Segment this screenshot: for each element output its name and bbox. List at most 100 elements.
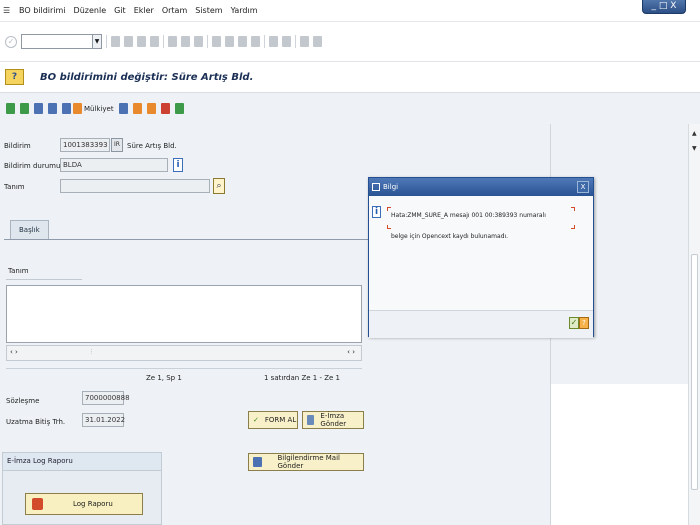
first-page-icon[interactable] <box>212 36 221 47</box>
send-icon <box>307 415 315 425</box>
new-session-icon[interactable] <box>269 36 278 47</box>
toolbar-separator <box>163 35 164 48</box>
previous-page-icon[interactable] <box>225 36 234 47</box>
redo-icon[interactable] <box>48 103 57 114</box>
save-icon[interactable] <box>111 36 120 47</box>
dialog-title: Bilgi <box>383 183 399 191</box>
tree-icon[interactable] <box>174 103 184 114</box>
exit-icon[interactable] <box>137 36 146 47</box>
long-text-icon[interactable]: ⌕ <box>213 178 225 194</box>
tanim-label: Tanım <box>4 183 25 191</box>
menu-sistem[interactable]: Sistem <box>195 6 222 15</box>
line-info: 1 satırdan Ze 1 - Ze 1 <box>264 374 340 382</box>
find-icon[interactable] <box>181 36 190 47</box>
tab-baslik[interactable]: Başlık <box>10 220 49 240</box>
group-icon <box>62 103 71 114</box>
dialog-message-line2: belge için Opencext kaydı bulunamadı. <box>391 233 509 240</box>
ownership-button[interactable]: Mülkiyet <box>62 103 114 114</box>
menu-yardim[interactable]: Yardım <box>231 6 258 15</box>
notification-type-icon[interactable]: IR <box>111 138 123 152</box>
sozlesme-field[interactable]: 7000000888 <box>82 391 130 405</box>
help-button[interactable]: ? <box>579 317 589 329</box>
dialog-title-bar: Bilgi X <box>369 178 593 196</box>
menu-ekler[interactable]: Ekler <box>134 6 154 15</box>
note-icon[interactable] <box>146 103 156 114</box>
attach-icon[interactable] <box>132 103 142 114</box>
application-toolbar: Mülkiyet <box>0 93 690 124</box>
cancel-icon[interactable] <box>150 36 159 47</box>
tab-divider <box>4 239 368 240</box>
back-icon[interactable] <box>124 36 133 47</box>
tab-baslik-label: Başlık <box>19 226 40 234</box>
log-report-label: Log Raporu <box>73 500 113 508</box>
filter-icon[interactable] <box>160 103 170 114</box>
copy-icon[interactable] <box>118 103 128 114</box>
confirm-button[interactable]: ✓ <box>569 317 579 329</box>
log-panel-header: E-İmza Log Raporu <box>3 453 161 471</box>
bildirim-field[interactable]: 1001383393 <box>60 138 110 152</box>
next-page-icon[interactable] <box>238 36 247 47</box>
highlight-bracket <box>571 225 575 229</box>
dialog-body: i Hata:ZMM_SURE_A mesajı 001 00:389393 n… <box>369 196 593 338</box>
log-report-panel: E-İmza Log Raporu Log Raporu <box>2 452 162 525</box>
toolbar-separator <box>207 35 208 48</box>
shortcut-icon[interactable] <box>282 36 291 47</box>
info-dialog: Bilgi X i Hata:ZMM_SURE_A mesajı 001 00:… <box>368 177 594 338</box>
log-report-button[interactable]: Log Raporu <box>25 493 143 515</box>
horizontal-scrollbar[interactable]: ‹ › ⋮ ‹ › <box>6 345 362 361</box>
window-icon <box>372 183 380 191</box>
bilgilendirme-mail-button[interactable]: Bilgilendirme Mail Gönder <box>248 453 364 471</box>
display-icon[interactable] <box>6 103 15 114</box>
menu-bo-bildirimi[interactable]: BO bildirimi <box>19 6 66 15</box>
scroll-right-icon[interactable]: ‹ › <box>347 348 355 356</box>
scroll-down-icon[interactable]: ▼ <box>692 145 697 152</box>
editor-status: Ze 1, Sp 1 1 satırdan Ze 1 - Ze 1 <box>6 368 362 388</box>
last-page-icon[interactable] <box>251 36 260 47</box>
cursor-position: Ze 1, Sp 1 <box>146 374 182 382</box>
eimza-gonder-button[interactable]: E-İmza Gönder <box>302 411 364 429</box>
uzatma-field[interactable]: 31.01.2022 <box>82 413 125 427</box>
bilgilendirme-label: Bilgilendirme Mail Gönder <box>277 454 340 470</box>
report-icon <box>32 498 43 510</box>
form-al-button[interactable]: ✓ FORM AL <box>248 411 298 429</box>
scroll-up-icon[interactable]: ▲ <box>692 130 697 137</box>
durum-field[interactable]: BLDA <box>60 158 168 172</box>
tanim-field[interactable] <box>60 179 210 193</box>
command-field[interactable] <box>21 34 93 49</box>
help-icon[interactable] <box>300 36 309 47</box>
layout-icon[interactable] <box>313 36 322 47</box>
list-icon[interactable]: ☰ <box>3 6 11 15</box>
title-bar: ? BO bildirimini değiştir: Süre Artış Bl… <box>0 62 700 93</box>
enter-icon[interactable]: ✓ <box>5 35 17 48</box>
page-title: BO bildirimini değiştir: Süre Artış Bld. <box>40 71 254 83</box>
ownership-icon <box>73 103 82 114</box>
close-icon[interactable]: X <box>577 181 589 193</box>
dialog-footer: ✓ ? <box>369 310 593 338</box>
bildirim-label: Bildirim <box>4 142 31 150</box>
standard-toolbar: ✓ ▼ <box>0 22 700 62</box>
check-icon: ✓ <box>253 416 259 424</box>
scroll-left-icon[interactable]: ‹ › <box>10 348 18 356</box>
scroll-thumb[interactable] <box>691 254 698 490</box>
chevron-down-icon[interactable]: ▼ <box>93 34 102 49</box>
print-icon[interactable] <box>168 36 177 47</box>
undo-icon[interactable] <box>34 103 43 114</box>
menu-duzenle[interactable]: Düzenle <box>74 6 107 15</box>
highlight-bracket <box>387 207 391 211</box>
ownership-label: Mülkiyet <box>84 104 114 113</box>
info-icon[interactable]: i <box>173 158 183 172</box>
scroll-grip-icon: ⋮ <box>89 349 94 355</box>
menu-ortam[interactable]: Ortam <box>162 6 187 15</box>
bildirim-type-text: Süre Artış Bld. <box>127 142 177 150</box>
vertical-scrollbar[interactable]: ▲ ▼ <box>688 124 700 525</box>
menu-git[interactable]: Git <box>114 6 126 15</box>
form-al-label: FORM AL <box>264 416 297 424</box>
window-controls[interactable]: _ □ X <box>642 0 686 14</box>
flag-icon[interactable] <box>20 103 29 114</box>
eimza-gonder-label: E-İmza Gönder <box>320 412 347 428</box>
sozlesme-label: Sözleşme <box>6 397 40 405</box>
find-next-icon[interactable] <box>194 36 203 47</box>
highlight-bracket <box>387 225 391 229</box>
description-textarea[interactable] <box>6 285 362 343</box>
highlight-bracket <box>571 207 575 211</box>
